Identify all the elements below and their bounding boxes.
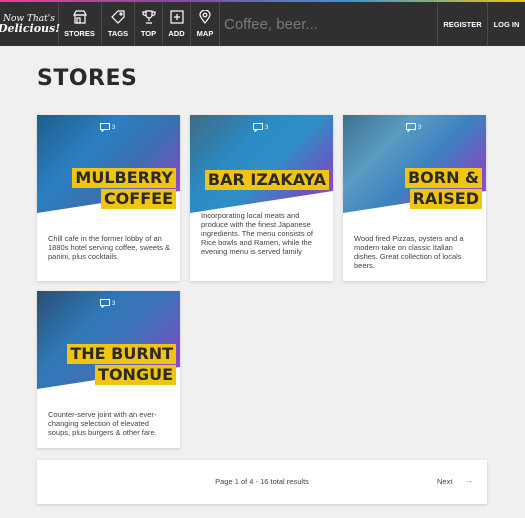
- nav-item-stores[interactable]: STORES: [58, 2, 102, 46]
- nav-label-tags: TAGS: [107, 29, 129, 38]
- map-pin-icon: [199, 10, 211, 24]
- nav-label-add: ADD: [168, 29, 185, 38]
- store-description: Incorporating local meats and produce wi…: [201, 211, 314, 256]
- review-count-value: 3: [112, 300, 116, 307]
- login-label: LOG IN: [493, 19, 520, 29]
- comment-icon: [100, 123, 110, 132]
- register-label: REGISTER: [443, 19, 482, 29]
- store-name[interactable]: BAR IZAKAYA: [204, 170, 329, 191]
- store-name[interactable]: THE BURNT TONGUE: [67, 344, 176, 386]
- store-name[interactable]: MULBERRY COFFEE: [72, 168, 176, 210]
- store-name-line: RAISED: [409, 189, 482, 209]
- arrow-right-icon[interactable]: →: [465, 476, 473, 485]
- store-hero-image[interactable]: 3: [190, 115, 333, 213]
- register-link[interactable]: REGISTER: [437, 2, 487, 46]
- page-title: STORES: [37, 66, 138, 91]
- search-input[interactable]: [222, 8, 426, 40]
- review-count-value: 3: [265, 124, 269, 131]
- add-icon: [169, 10, 184, 24]
- store-name[interactable]: BORN & RAISED: [404, 168, 482, 210]
- nav-item-top[interactable]: TOP: [135, 2, 163, 46]
- store-card[interactable]: 3 BAR IZAKAYA Incorporating local meats …: [190, 115, 333, 281]
- tag-icon: [111, 10, 125, 24]
- store-card[interactable]: 3 THE BURNT TONGUE Counter-serve joint w…: [37, 291, 180, 448]
- comment-icon: [406, 123, 416, 132]
- review-count-value: 3: [418, 124, 422, 131]
- trophy-icon: [141, 10, 156, 24]
- review-count: 3: [100, 123, 115, 132]
- nav-item-map[interactable]: MAP: [191, 2, 220, 46]
- store-name-line: THE BURNT: [67, 344, 176, 364]
- store-name-line: COFFEE: [100, 189, 176, 209]
- store-name-line: TONGUE: [95, 365, 176, 385]
- store-icon: [72, 10, 87, 24]
- nav-item-add[interactable]: ADD: [163, 2, 191, 46]
- review-count: 3: [253, 123, 268, 132]
- store-description: Chill cafe in the former lobby of an 188…: [48, 234, 171, 261]
- pagination-info: Page 1 of 4 - 16 total results: [215, 477, 309, 486]
- review-count: 3: [406, 123, 421, 132]
- top-navbar: Now That's Delicious! STORES TAGS TOP AD…: [0, 0, 525, 46]
- store-description: Counter-serve joint with an ever-changin…: [48, 410, 157, 437]
- store-card[interactable]: 3 BORN & RAISED Wood fired Pizzas, oyste…: [343, 115, 486, 281]
- review-count-value: 3: [112, 124, 116, 131]
- nav-label-stores: STORES: [64, 29, 95, 38]
- site-logo[interactable]: Now That's Delicious!: [0, 2, 61, 46]
- store-name-line: MULBERRY: [72, 168, 176, 188]
- pagination: Page 1 of 4 - 16 total results Next →: [37, 460, 487, 504]
- login-link[interactable]: LOG IN: [487, 2, 525, 46]
- store-description: Wood fired Pizzas, oysters and a modern …: [354, 234, 464, 270]
- review-count: 3: [100, 299, 115, 308]
- nav-item-tags[interactable]: TAGS: [102, 2, 135, 46]
- logo-line-2: Delicious!: [0, 22, 61, 35]
- nav-label-top: TOP: [140, 29, 157, 38]
- store-name-line: BORN &: [404, 168, 482, 188]
- comment-icon: [100, 299, 110, 308]
- next-page-link[interactable]: Next: [437, 477, 452, 486]
- comment-icon: [253, 123, 263, 132]
- store-name-line: BAR IZAKAYA: [204, 170, 329, 190]
- store-card[interactable]: 3 MULBERRY COFFEE Chill cafe in the form…: [37, 115, 180, 281]
- nav-label-map: MAP: [196, 29, 214, 38]
